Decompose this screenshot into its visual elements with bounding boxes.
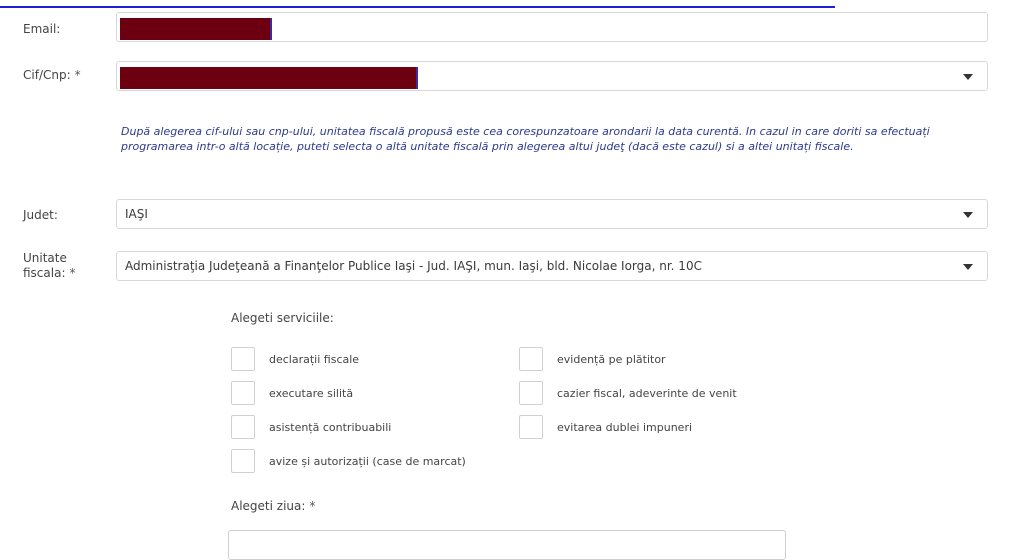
service-option[interactable]: declarații fiscale [231, 347, 359, 371]
checkbox[interactable] [519, 415, 543, 439]
email-field[interactable] [116, 12, 988, 42]
info-note: După alegerea cif-ului sau cnp-ului, uni… [121, 125, 930, 153]
service-label: avize și autorizații (case de marcat) [269, 454, 466, 468]
service-option[interactable]: cazier fiscal, adeverinte de venit [519, 381, 737, 405]
redacted-email [120, 18, 272, 40]
checkbox[interactable] [231, 449, 255, 473]
service-label: evitarea dublei impuneri [557, 420, 693, 434]
email-label: Email: [23, 22, 61, 36]
service-option[interactable]: asistență contribuabili [231, 415, 391, 439]
judet-select[interactable]: IAŞI [116, 199, 988, 229]
chevron-down-icon [963, 264, 973, 270]
day-label: Alegeti ziua: * [231, 499, 316, 513]
service-option[interactable]: executare silită [231, 381, 353, 405]
redacted-cif [120, 67, 418, 89]
service-label: declarații fiscale [269, 352, 360, 366]
unitate-value: Administraţia Judeţeană a Finanţelor Pub… [125, 259, 702, 273]
checkbox[interactable] [519, 381, 543, 405]
chevron-down-icon [963, 212, 973, 218]
service-option[interactable]: evitarea dublei impuneri [519, 415, 692, 439]
top-link[interactable] [0, 0, 835, 8]
date-picker[interactable] [228, 530, 786, 560]
service-option[interactable]: avize și autorizații (case de marcat) [231, 449, 466, 473]
unitate-select[interactable]: Administraţia Judeţeană a Finanţelor Pub… [116, 251, 988, 281]
checkbox[interactable] [231, 381, 255, 405]
service-label: executare silită [269, 386, 354, 400]
chevron-down-icon [963, 74, 973, 80]
checkbox[interactable] [519, 347, 543, 371]
services-title: Alegeti serviciile: [231, 311, 334, 325]
service-label: asistență contribuabili [269, 420, 392, 434]
judet-value: IAŞI [125, 207, 148, 221]
judet-label: Judet: [23, 208, 58, 222]
checkbox[interactable] [231, 347, 255, 371]
service-label: cazier fiscal, adeverinte de venit [557, 386, 737, 400]
checkbox[interactable] [231, 415, 255, 439]
service-option[interactable]: evidență pe plătitor [519, 347, 666, 371]
cif-select[interactable] [116, 61, 988, 91]
cif-label: Cif/Cnp: * [23, 68, 81, 82]
unitate-label: Unitate fiscala: * [23, 251, 76, 280]
service-label: evidență pe plătitor [557, 352, 666, 366]
